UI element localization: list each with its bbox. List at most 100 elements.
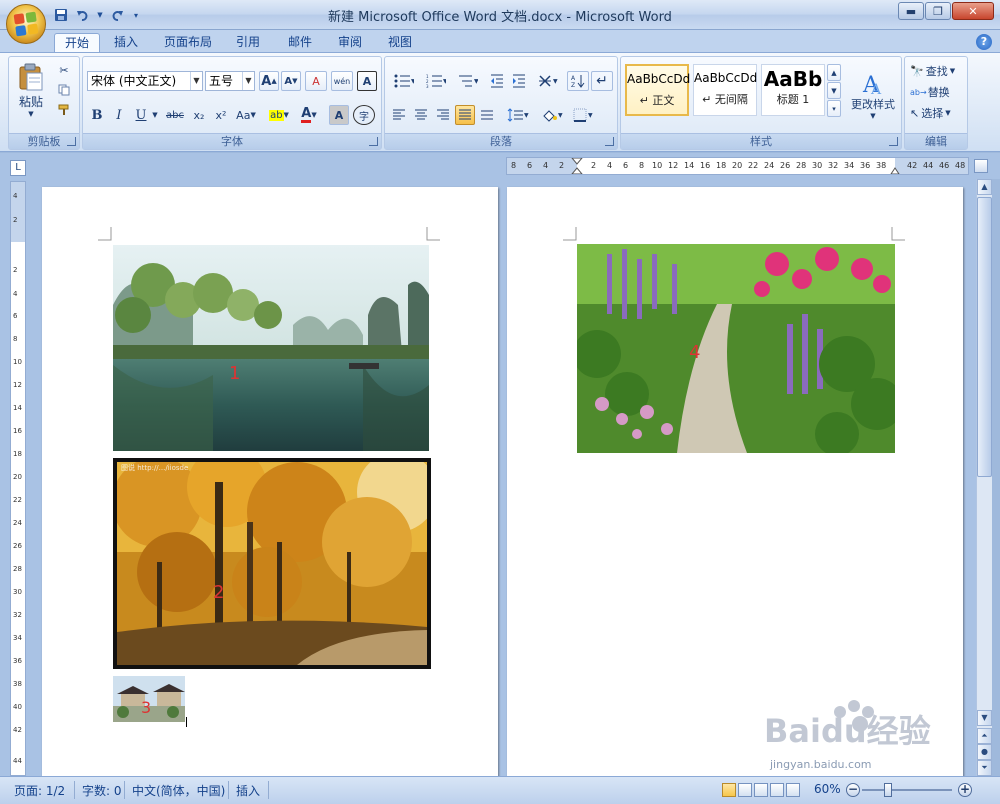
picture-3-pagoda[interactable]: 3 bbox=[113, 676, 185, 722]
highlight-button[interactable]: ab ▼ bbox=[265, 105, 293, 125]
underline-dropdown-icon[interactable]: ▼ bbox=[151, 105, 159, 125]
find-button[interactable]: 🔭 查找 ▼ bbox=[909, 61, 965, 81]
right-indent-marker-icon[interactable] bbox=[890, 158, 900, 174]
enclose-characters-button[interactable]: 字 bbox=[353, 105, 375, 125]
clear-formatting-button[interactable]: A bbox=[305, 71, 327, 91]
picture-2-autumn-forest[interactable]: 图说 http://.../iiosde 2 bbox=[113, 458, 431, 669]
styles-more[interactable]: ▾ bbox=[827, 100, 841, 117]
align-right-button[interactable] bbox=[433, 105, 453, 125]
next-page-icon[interactable]: ⏷ bbox=[977, 760, 992, 776]
office-button[interactable] bbox=[6, 4, 46, 44]
tab-view[interactable]: 视图 bbox=[378, 33, 422, 52]
view-ruler-button[interactable] bbox=[974, 159, 988, 173]
print-layout-view-icon[interactable] bbox=[722, 783, 736, 797]
sort-button[interactable]: AZ bbox=[567, 71, 589, 91]
underline-button[interactable]: U bbox=[131, 105, 151, 125]
horizontal-ruler[interactable]: 8 6 4 2 2 4 6 8 10 12 14 16 18 20 22 24 … bbox=[506, 157, 969, 175]
scroll-thumb[interactable] bbox=[977, 197, 992, 477]
page-1[interactable]: 1 图说 http://.../iiosde 2 3 bbox=[42, 187, 498, 776]
tab-page-layout[interactable]: 页面布局 bbox=[154, 33, 222, 52]
copy-icon[interactable] bbox=[55, 82, 73, 98]
previous-page-icon[interactable]: ⏶ bbox=[977, 728, 992, 744]
zoom-in-icon[interactable]: + bbox=[958, 783, 972, 797]
format-painter-icon[interactable] bbox=[55, 102, 73, 118]
select-button[interactable]: ↖ 选择 ▼ bbox=[909, 103, 965, 123]
tab-selector-button[interactable]: L bbox=[10, 160, 26, 176]
tab-mailings[interactable]: 邮件 bbox=[278, 33, 322, 52]
multilevel-list-button[interactable]: ▼ bbox=[453, 71, 483, 91]
page-2[interactable]: 4 bbox=[507, 187, 963, 776]
font-name-select[interactable]: 宋体 (中文正文) ▼ bbox=[87, 71, 203, 91]
scroll-down-icon[interactable]: ▼ bbox=[977, 710, 992, 726]
tab-insert[interactable]: 插入 bbox=[104, 33, 148, 52]
replace-button[interactable]: ab→ 替换 bbox=[909, 82, 965, 102]
draft-view-icon[interactable] bbox=[786, 783, 800, 797]
status-language[interactable]: 中文(简体，中国) bbox=[132, 782, 225, 799]
shading-button[interactable]: ▼ bbox=[537, 105, 567, 125]
paragraph-launcher-icon[interactable] bbox=[605, 137, 614, 146]
font-color-button[interactable]: A ▼ bbox=[295, 105, 323, 125]
align-left-button[interactable] bbox=[389, 105, 409, 125]
numbering-button[interactable]: 1 2 3 ▼ bbox=[421, 71, 451, 91]
help-icon[interactable]: ? bbox=[976, 34, 992, 50]
tab-references[interactable]: 引用 bbox=[226, 33, 270, 52]
styles-launcher-icon[interactable] bbox=[889, 137, 898, 146]
paste-button[interactable]: 粘贴 ▼ bbox=[13, 61, 49, 119]
zoom-slider-track[interactable] bbox=[862, 789, 952, 791]
style-normal[interactable]: AaBbCcDd ↵ 正文 bbox=[625, 64, 690, 116]
bullets-button[interactable]: ▼ bbox=[389, 71, 419, 91]
outline-view-icon[interactable] bbox=[770, 783, 784, 797]
font-size-select[interactable]: 五号 ▼ bbox=[205, 71, 255, 91]
zoom-out-icon[interactable]: − bbox=[846, 783, 860, 797]
change-styles-button[interactable]: A A 更改样式 ▼ bbox=[847, 61, 899, 129]
vertical-scrollbar[interactable]: ▲ ▼ ⏶ ● ⏷ bbox=[976, 179, 992, 776]
superscript-button[interactable]: x² bbox=[211, 105, 231, 125]
chevron-down-icon: ▼ bbox=[945, 109, 951, 117]
strikethrough-button[interactable]: abc bbox=[163, 105, 187, 125]
indent-marker-icon[interactable] bbox=[571, 158, 583, 174]
decrease-indent-button[interactable] bbox=[487, 71, 507, 91]
scroll-up-icon[interactable]: ▲ bbox=[977, 179, 992, 195]
document-area[interactable]: 4 2 2 4 6 8 10 12 14 16 18 20 22 24 26 2… bbox=[0, 179, 976, 776]
subscript-button[interactable]: x₂ bbox=[189, 105, 209, 125]
style-heading-1[interactable]: AaBb 标题 1 bbox=[761, 64, 825, 116]
styles-scroll-up[interactable]: ▲ bbox=[827, 64, 841, 81]
clipboard-launcher-icon[interactable] bbox=[67, 137, 76, 146]
picture-1-karst-river[interactable]: 1 bbox=[113, 245, 429, 451]
align-center-button[interactable] bbox=[411, 105, 431, 125]
zoom-level[interactable]: 60% bbox=[814, 782, 841, 796]
distributed-button[interactable] bbox=[477, 105, 497, 125]
grow-font-button[interactable]: A ▲ bbox=[259, 71, 279, 91]
web-layout-icon[interactable] bbox=[754, 783, 768, 797]
italic-button[interactable]: I bbox=[109, 105, 129, 125]
change-case-button[interactable]: Aa ▼ bbox=[233, 105, 259, 125]
zoom-slider-thumb[interactable] bbox=[884, 783, 892, 797]
close-button[interactable]: ✕ bbox=[952, 2, 994, 20]
character-shading-button[interactable]: A bbox=[329, 105, 349, 125]
picture-4-flower-garden[interactable]: 4 bbox=[577, 244, 895, 453]
font-launcher-icon[interactable] bbox=[369, 137, 378, 146]
bold-button[interactable]: B bbox=[87, 105, 107, 125]
increase-indent-button[interactable] bbox=[509, 71, 529, 91]
status-insert-mode[interactable]: 插入 bbox=[236, 782, 260, 799]
chinese-layout-button[interactable]: ▼ bbox=[533, 71, 563, 91]
cut-icon[interactable]: ✂ bbox=[55, 62, 73, 78]
status-page-count[interactable]: 页面: 1/2 bbox=[14, 782, 65, 799]
character-border-button[interactable]: A bbox=[357, 71, 377, 91]
styles-scroll-down[interactable]: ▼ bbox=[827, 82, 841, 99]
tab-home[interactable]: 开始 bbox=[54, 33, 101, 52]
vertical-ruler[interactable]: 4 2 2 4 6 8 10 12 14 16 18 20 22 24 26 2… bbox=[10, 181, 26, 776]
borders-button[interactable]: ▼ bbox=[569, 105, 599, 125]
tab-review[interactable]: 审阅 bbox=[328, 33, 372, 52]
status-word-count[interactable]: 字数: 0 bbox=[82, 782, 122, 799]
full-screen-reading-icon[interactable] bbox=[738, 783, 752, 797]
shrink-font-button[interactable]: A ▼ bbox=[281, 71, 301, 91]
select-browse-object-icon[interactable]: ● bbox=[977, 744, 992, 760]
minimize-button[interactable]: ▬ bbox=[898, 2, 924, 20]
line-spacing-button[interactable]: ▼ bbox=[503, 105, 533, 125]
phonetic-guide-button[interactable]: wén bbox=[331, 71, 353, 91]
maximize-button[interactable]: ❐ bbox=[925, 2, 951, 20]
show-marks-button[interactable]: ↵ bbox=[591, 71, 613, 91]
style-no-spacing[interactable]: AaBbCcDd ↵ 无间隔 bbox=[693, 64, 757, 116]
justify-button[interactable] bbox=[455, 105, 475, 125]
